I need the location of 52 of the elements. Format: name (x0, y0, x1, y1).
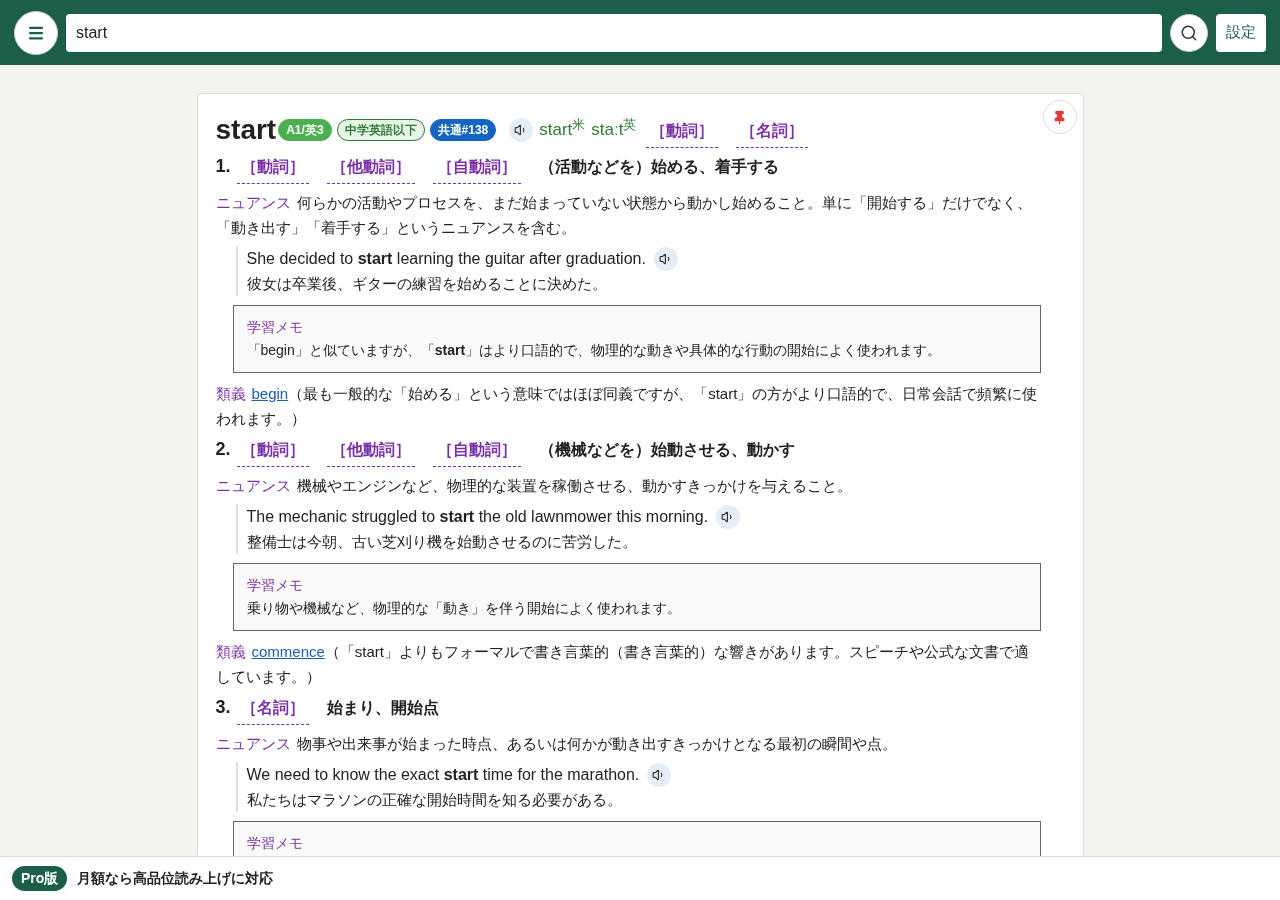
speaker-button[interactable] (653, 246, 678, 271)
part-of-speech-tag[interactable]: ［動詞］ (236, 154, 309, 184)
search-icon (1180, 23, 1198, 42)
part-of-speech-tag[interactable]: ［他動詞］ (326, 154, 415, 184)
memo-text: 「begin」と似ていますが、「start」はより口語的で、物理的な動きや具体的な行動の開始によく使われます。 (246, 341, 943, 360)
memo-label: 学習メモ (246, 576, 304, 595)
example-sentence: The mechanic struggled to start the old lawnmower this morning. (246, 507, 709, 527)
pro-badge: Pro版 (12, 866, 68, 891)
memo-label: 学習メモ (246, 834, 304, 853)
synonym-link[interactable]: begin (251, 385, 289, 402)
pin-icon (1052, 109, 1067, 125)
nuance-text: ニュアンス 物事や出来事が始まった時点、あるいは何かが動き出すきっかけとなる最初の瞬間や点。 (215, 734, 898, 754)
sense-number: 1. (215, 155, 231, 178)
synonym-text: 類義 commence（「start」よりもフォーマルで書き言葉的（書き言葉的）な響きがあります。スピーチや公式な文書で適しています。） (215, 642, 1031, 687)
part-of-speech-tag[interactable]: ［自動詞］ (432, 437, 521, 467)
part-of-speech-tag[interactable]: ［自動詞］ (432, 154, 521, 184)
memo-label: 学習メモ (246, 318, 304, 337)
level-badge: A1/英3 (278, 119, 332, 141)
speaker-button[interactable] (509, 118, 534, 142)
settings-button[interactable]: 設定 (1216, 13, 1266, 52)
synonym-link[interactable]: commence (251, 643, 325, 660)
part-of-speech-tag[interactable]: ［名詞］ (236, 695, 309, 725)
example-translation: 整備士は今朝、古い芝刈り機を始動させるのに苦労した。 (246, 532, 638, 552)
example-translation: 彼女は卒業後、ギターの練習を始めることに決めた。 (246, 274, 608, 294)
sense-gloss: （機械などを）始動させる、動かす (538, 440, 795, 461)
speaker-button[interactable] (716, 504, 741, 529)
sense-gloss: 始まり、開始点 (326, 698, 439, 718)
synonym-text: 類義 begin（最も一般的な「始める」という意味ではほぼ同義ですが、「start」の方がより口語的で、日常会話で頻繁に使われます。） (215, 384, 1039, 429)
memo-text: 乗り物や機械など、物理的な「動き」を伴う開始によく使われます。 (246, 599, 682, 618)
pronunciation: start$^{米}$ (539, 117, 586, 142)
nuance-text: ニュアンス 何らかの活動やプロセスを、まだ始まっていない状態から動かし始めること。単に「開始する」だけでなく、「動き出す」「着手する」というニュアンスを含む。 (215, 193, 1033, 238)
level-badge: 中学英語以下 (336, 119, 425, 141)
example-sentence: She decided to start learning the guitar after graduation. (246, 249, 646, 269)
sense-gloss: （活動などを）始める、着手する (538, 157, 779, 178)
example-translation: 私たちはマラソンの正確な開始時間を知る必要がある。 (246, 790, 623, 810)
pin-button[interactable] (1042, 100, 1077, 134)
part-of-speech-tag[interactable]: ［他動詞］ (326, 437, 415, 467)
example-sentence: We need to know the exact start time for the marathon. (246, 765, 640, 785)
part-of-speech-tag[interactable]: ［動詞］ (646, 118, 719, 148)
part-of-speech-tag[interactable]: ［動詞］ (236, 437, 309, 467)
menu-button[interactable] (14, 10, 58, 55)
promo-text: 月額なら高品位読み上げに対応 (77, 869, 274, 888)
level-badge: 共通#138 (429, 119, 497, 141)
headword: start (215, 113, 277, 147)
part-of-speech-tag[interactable]: ［名詞］ (736, 118, 809, 148)
pronunciation: staːt$^{英}$ (591, 117, 637, 142)
speaker-button[interactable] (647, 762, 672, 787)
sense-number: 2. (215, 438, 231, 461)
nuance-text: ニュアンス 機械やエンジンなど、物理的な装置を稼働させる、動かすきっかけを与えること。 (215, 476, 853, 496)
search-button[interactable] (1170, 13, 1208, 52)
sense-number: 3. (215, 696, 231, 719)
search-field[interactable]: start (66, 13, 1162, 52)
